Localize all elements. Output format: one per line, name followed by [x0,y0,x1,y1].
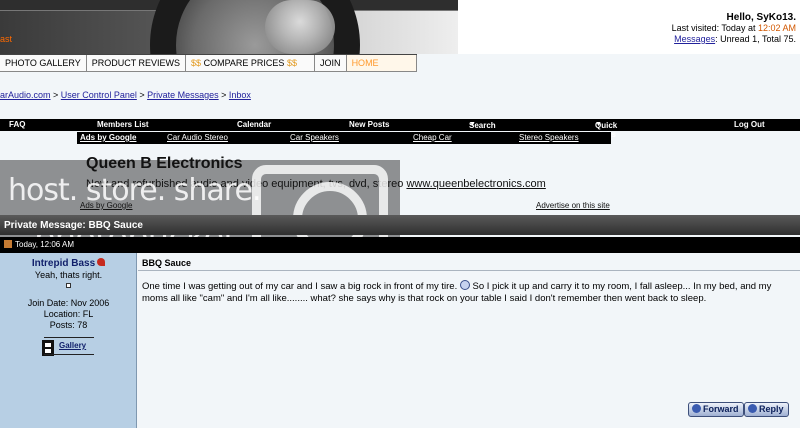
breadcrumb-site[interactable]: arAudio.com [0,90,51,100]
nav-calendar[interactable]: Calendar [237,120,271,129]
messages-summary: Messages: Unread 1, Total 75. [672,34,796,45]
nav-product-reviews[interactable]: PRODUCT REVIEWS [86,55,187,72]
author-title: Yeah, thats right. [34,270,103,280]
forward-button[interactable]: Forward [688,402,744,417]
banner-tagline: ast [0,34,13,44]
messages-counts: : Unread 1, Total 75. [715,34,796,44]
nav-log-out[interactable]: Log Out [734,120,765,129]
author-panel: Intrepid Bass Yeah, thats right. Join Da… [0,253,137,428]
pm-title-bar: Private Message: BBQ Sauce [0,215,800,235]
greeting: Hello, SyKo13. [726,12,796,23]
pm-date-bar: Today, 12:06 AM [0,237,800,253]
header-banner-image: ast [0,0,458,54]
dollar-icon: $$ [191,58,202,68]
breadcrumb: arAudio.com > User Control Panel > Priva… [0,90,251,100]
user-welcome-box: Hello, SyKo13. Last visited: Today at 12… [672,12,796,45]
author-name[interactable]: Intrepid Bass [32,258,95,269]
message-subject: BBQ Sauce [142,258,192,268]
author-name-row: Intrepid Bass [0,258,137,269]
ad-link-cheap-car[interactable]: Cheap Car [413,133,452,142]
ads-by-google-link[interactable]: Ads by Google [80,133,136,142]
wheel-rim-image [265,0,335,54]
pm-date: Today, 12:06 AM [15,240,74,249]
divider [44,354,94,355]
dollar-icon: $$ [286,58,297,68]
watermark-line1: host. store. share. [8,173,261,208]
last-visited-time: 12:02 AM [757,23,796,33]
nav-members-list[interactable]: Members List [97,120,149,129]
reply-button[interactable]: Reply [744,402,789,417]
divider [138,270,800,271]
messages-link[interactable]: Messages [674,34,715,44]
ads-links-bar: Ads by Google Car Audio Stereo Car Speak… [77,132,611,144]
post-count: Posts: 78 [49,320,88,330]
ad-link-car-audio-stereo[interactable]: Car Audio Stereo [167,133,228,142]
site-header: ast Hello, SyKo13. Last visited: Today a… [0,0,800,54]
smiley-icon [459,280,470,290]
nav-faq[interactable]: FAQ [9,120,25,129]
post-icon [4,240,12,248]
online-status-icon [66,283,71,288]
author-info: Join Date: Nov 2006 Location: FL Posts: … [0,298,137,331]
last-visited: Last visited: Today at 12:02 AM [671,23,796,33]
forward-icon [692,404,701,413]
nav-join[interactable]: JOIN [315,55,347,72]
breadcrumb-ucp[interactable]: User Control Panel [61,90,137,100]
join-date: Join Date: Nov 2006 [27,298,110,308]
top-nav: PHOTO GALLERY PRODUCT REVIEWS $$ COMPARE… [0,54,417,72]
breadcrumb-private-messages[interactable]: Private Messages [147,90,219,100]
nav-compare-prices[interactable]: $$ COMPARE PRICES $$ [186,55,316,72]
divider [44,337,94,338]
nav-photo-gallery[interactable]: PHOTO GALLERY [0,55,87,72]
location: Location: FL [43,309,94,319]
breadcrumb-inbox[interactable]: Inbox [229,90,251,100]
ad-link-car-speakers[interactable]: Car Speakers [290,133,339,142]
nav-home[interactable]: HOME [346,55,417,72]
chevron-down-icon: ▼ [469,121,476,128]
message-body: One time I was getting out of my car and… [142,280,772,304]
gallery-link[interactable]: Gallery [59,341,86,350]
chevron-down-icon: ▼ [595,121,602,128]
main-nav: FAQ Members List Calendar New Posts Sear… [0,119,800,139]
reputation-icon [97,258,106,266]
nav-new-posts[interactable]: New Posts [349,120,389,129]
ad-link-stereo-speakers[interactable]: Stereo Speakers [519,133,579,142]
advertise-link[interactable]: Advertise on this site [536,201,610,210]
reply-icon [748,404,757,413]
ad-url[interactable]: www.queenbelectronics.com [406,178,545,190]
